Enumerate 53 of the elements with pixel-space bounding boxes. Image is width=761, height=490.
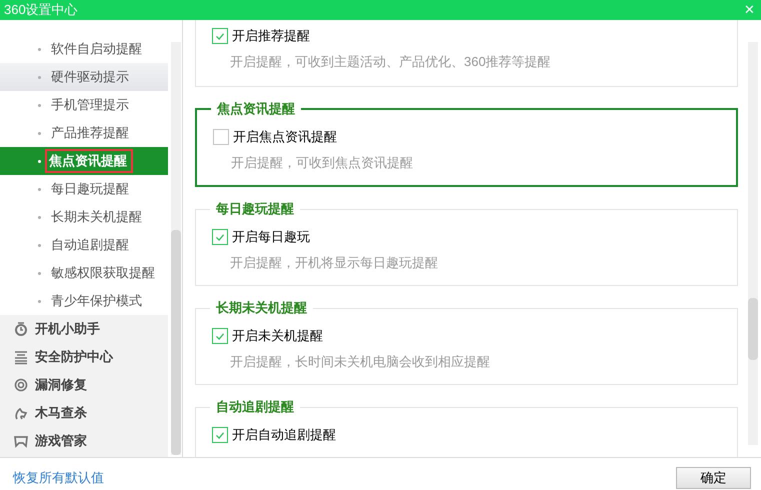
scrollbar-thumb[interactable] — [171, 230, 181, 455]
outlined-label: 焦点资讯提醒 — [45, 149, 133, 173]
item-label: 产品推荐提醒 — [51, 124, 129, 142]
bullet-icon — [38, 216, 41, 218]
gamepad-icon — [14, 434, 28, 448]
bullet-icon — [38, 76, 41, 78]
option-description: 开启提醒，长时间未关机电脑会收到相应提醒 — [229, 353, 491, 371]
item-label: 每日趣玩提醒 — [51, 180, 129, 198]
sidebar-group-item[interactable]: 安全防护中心 — [35, 347, 113, 367]
sidebar-group-item[interactable]: 游戏管家 — [35, 431, 87, 451]
sidebar-item[interactable]: 焦点资讯提醒 — [0, 147, 168, 175]
checkbox[interactable] — [212, 229, 228, 245]
checkbox[interactable] — [213, 129, 229, 145]
bullet-icon — [38, 160, 41, 162]
item-label: 敏感权限获取提醒 — [51, 264, 155, 282]
horse-icon — [14, 406, 28, 420]
checkbox[interactable] — [212, 28, 228, 44]
option-description: 开启提醒，可收到主题活动、产品优化、360推荐等提醒 — [229, 53, 552, 71]
window-title: 360设置中心 — [4, 2, 78, 18]
checkbox-label[interactable]: 开启未关机提醒 — [232, 326, 323, 346]
checkbox-label[interactable]: 开启自动追剧提醒 — [232, 425, 336, 445]
item-label: 自动追剧提醒 — [51, 236, 129, 254]
checkbox-label[interactable]: 开启每日趣玩 — [232, 227, 310, 247]
checkbox-label[interactable]: 开启推荐提醒 — [232, 26, 310, 46]
ok-button[interactable]: 确定 — [676, 467, 751, 489]
bullet-icon — [38, 300, 41, 302]
bullet-icon — [38, 132, 41, 134]
bullet-icon — [38, 272, 41, 274]
checkbox[interactable] — [212, 427, 228, 443]
checkbox-label[interactable]: 开启焦点资讯提醒 — [233, 127, 337, 147]
bullet-icon — [38, 244, 41, 246]
item-label: 青少年保护模式 — [51, 292, 142, 310]
group-title: 长期未关机提醒 — [215, 300, 308, 316]
item-label: 软件自启动提醒 — [51, 40, 142, 58]
bullet-icon — [38, 188, 41, 190]
sidebar-group-item[interactable]: 开机小助手 — [35, 319, 100, 339]
scrollbar-thumb[interactable] — [748, 298, 758, 360]
bullet-icon — [38, 104, 41, 106]
group-title: 自动追剧提醒 — [215, 399, 295, 415]
option-description: 开启提醒，开机将显示每日趣玩提醒 — [229, 254, 439, 272]
group-title: 每日趣玩提醒 — [215, 201, 295, 217]
sidebar-item[interactable]: 硬件驱动提示 — [0, 63, 168, 91]
sidebar-group-item[interactable]: 木马查杀 — [35, 403, 87, 423]
item-label: 长期未关机提醒 — [51, 208, 142, 226]
group-title: 焦点资讯提醒 — [216, 101, 296, 117]
item-label: 硬件驱动提示 — [51, 68, 129, 86]
checkbox[interactable] — [212, 328, 228, 344]
item-label: 手机管理提示 — [51, 96, 129, 114]
sidebar-group-item[interactable]: 漏洞修复 — [35, 375, 87, 395]
bullet-icon — [38, 48, 41, 50]
option-description: 开启提醒，可收到焦点资讯提醒 — [230, 154, 414, 172]
timer-icon — [14, 322, 28, 336]
restore-defaults-link[interactable]: 恢复所有默认值 — [13, 468, 104, 488]
